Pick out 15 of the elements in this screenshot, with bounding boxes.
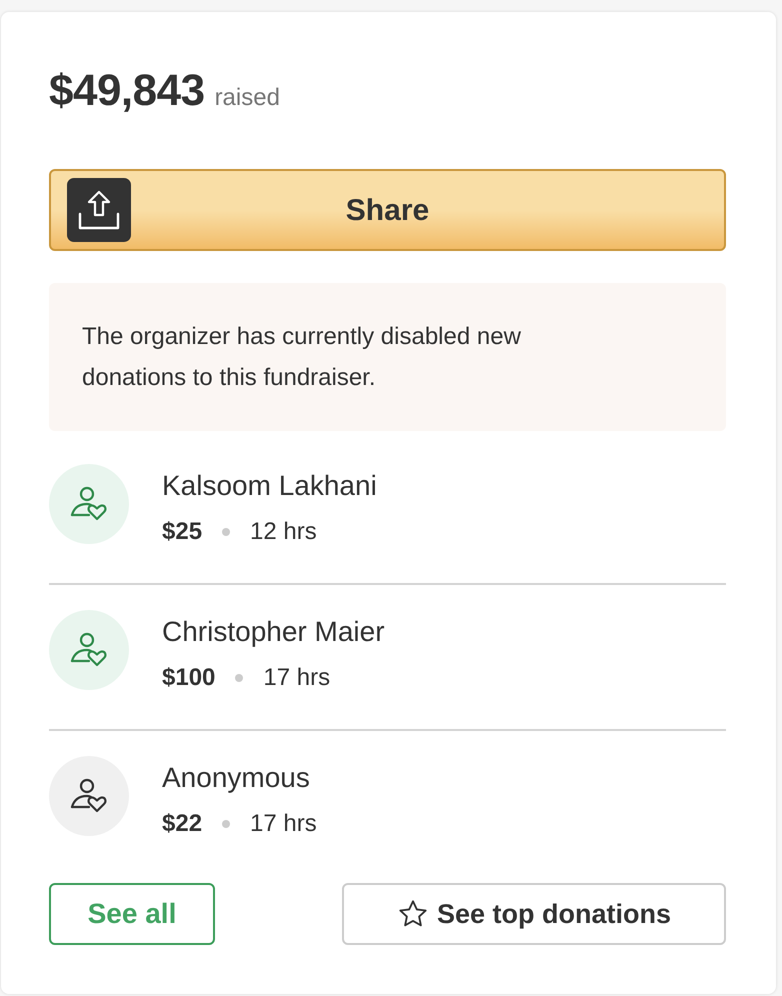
donation-time: 17 hrs — [250, 809, 317, 839]
raised-label: raised — [214, 83, 280, 113]
donor-name: Anonymous — [162, 761, 311, 795]
donation-time: 17 hrs — [263, 663, 330, 693]
donation-amount: $100 — [162, 663, 216, 693]
amount-raised: $49,843 — [49, 68, 205, 114]
donation-time: 12 hrs — [250, 517, 317, 547]
donor-name: Christopher Maier — [162, 615, 385, 649]
share-button[interactable]: Share — [49, 169, 726, 251]
donation-amount: $22 — [162, 809, 202, 839]
donation-amount: $25 — [162, 517, 202, 547]
see-top-donations-button[interactable]: See top donations — [342, 883, 726, 945]
notice-text: The organizer has currently disabled new donations to this fundraiser. — [82, 322, 522, 393]
donor-name: Kalsoom Lakhani — [162, 469, 377, 503]
share-icon — [67, 178, 131, 242]
